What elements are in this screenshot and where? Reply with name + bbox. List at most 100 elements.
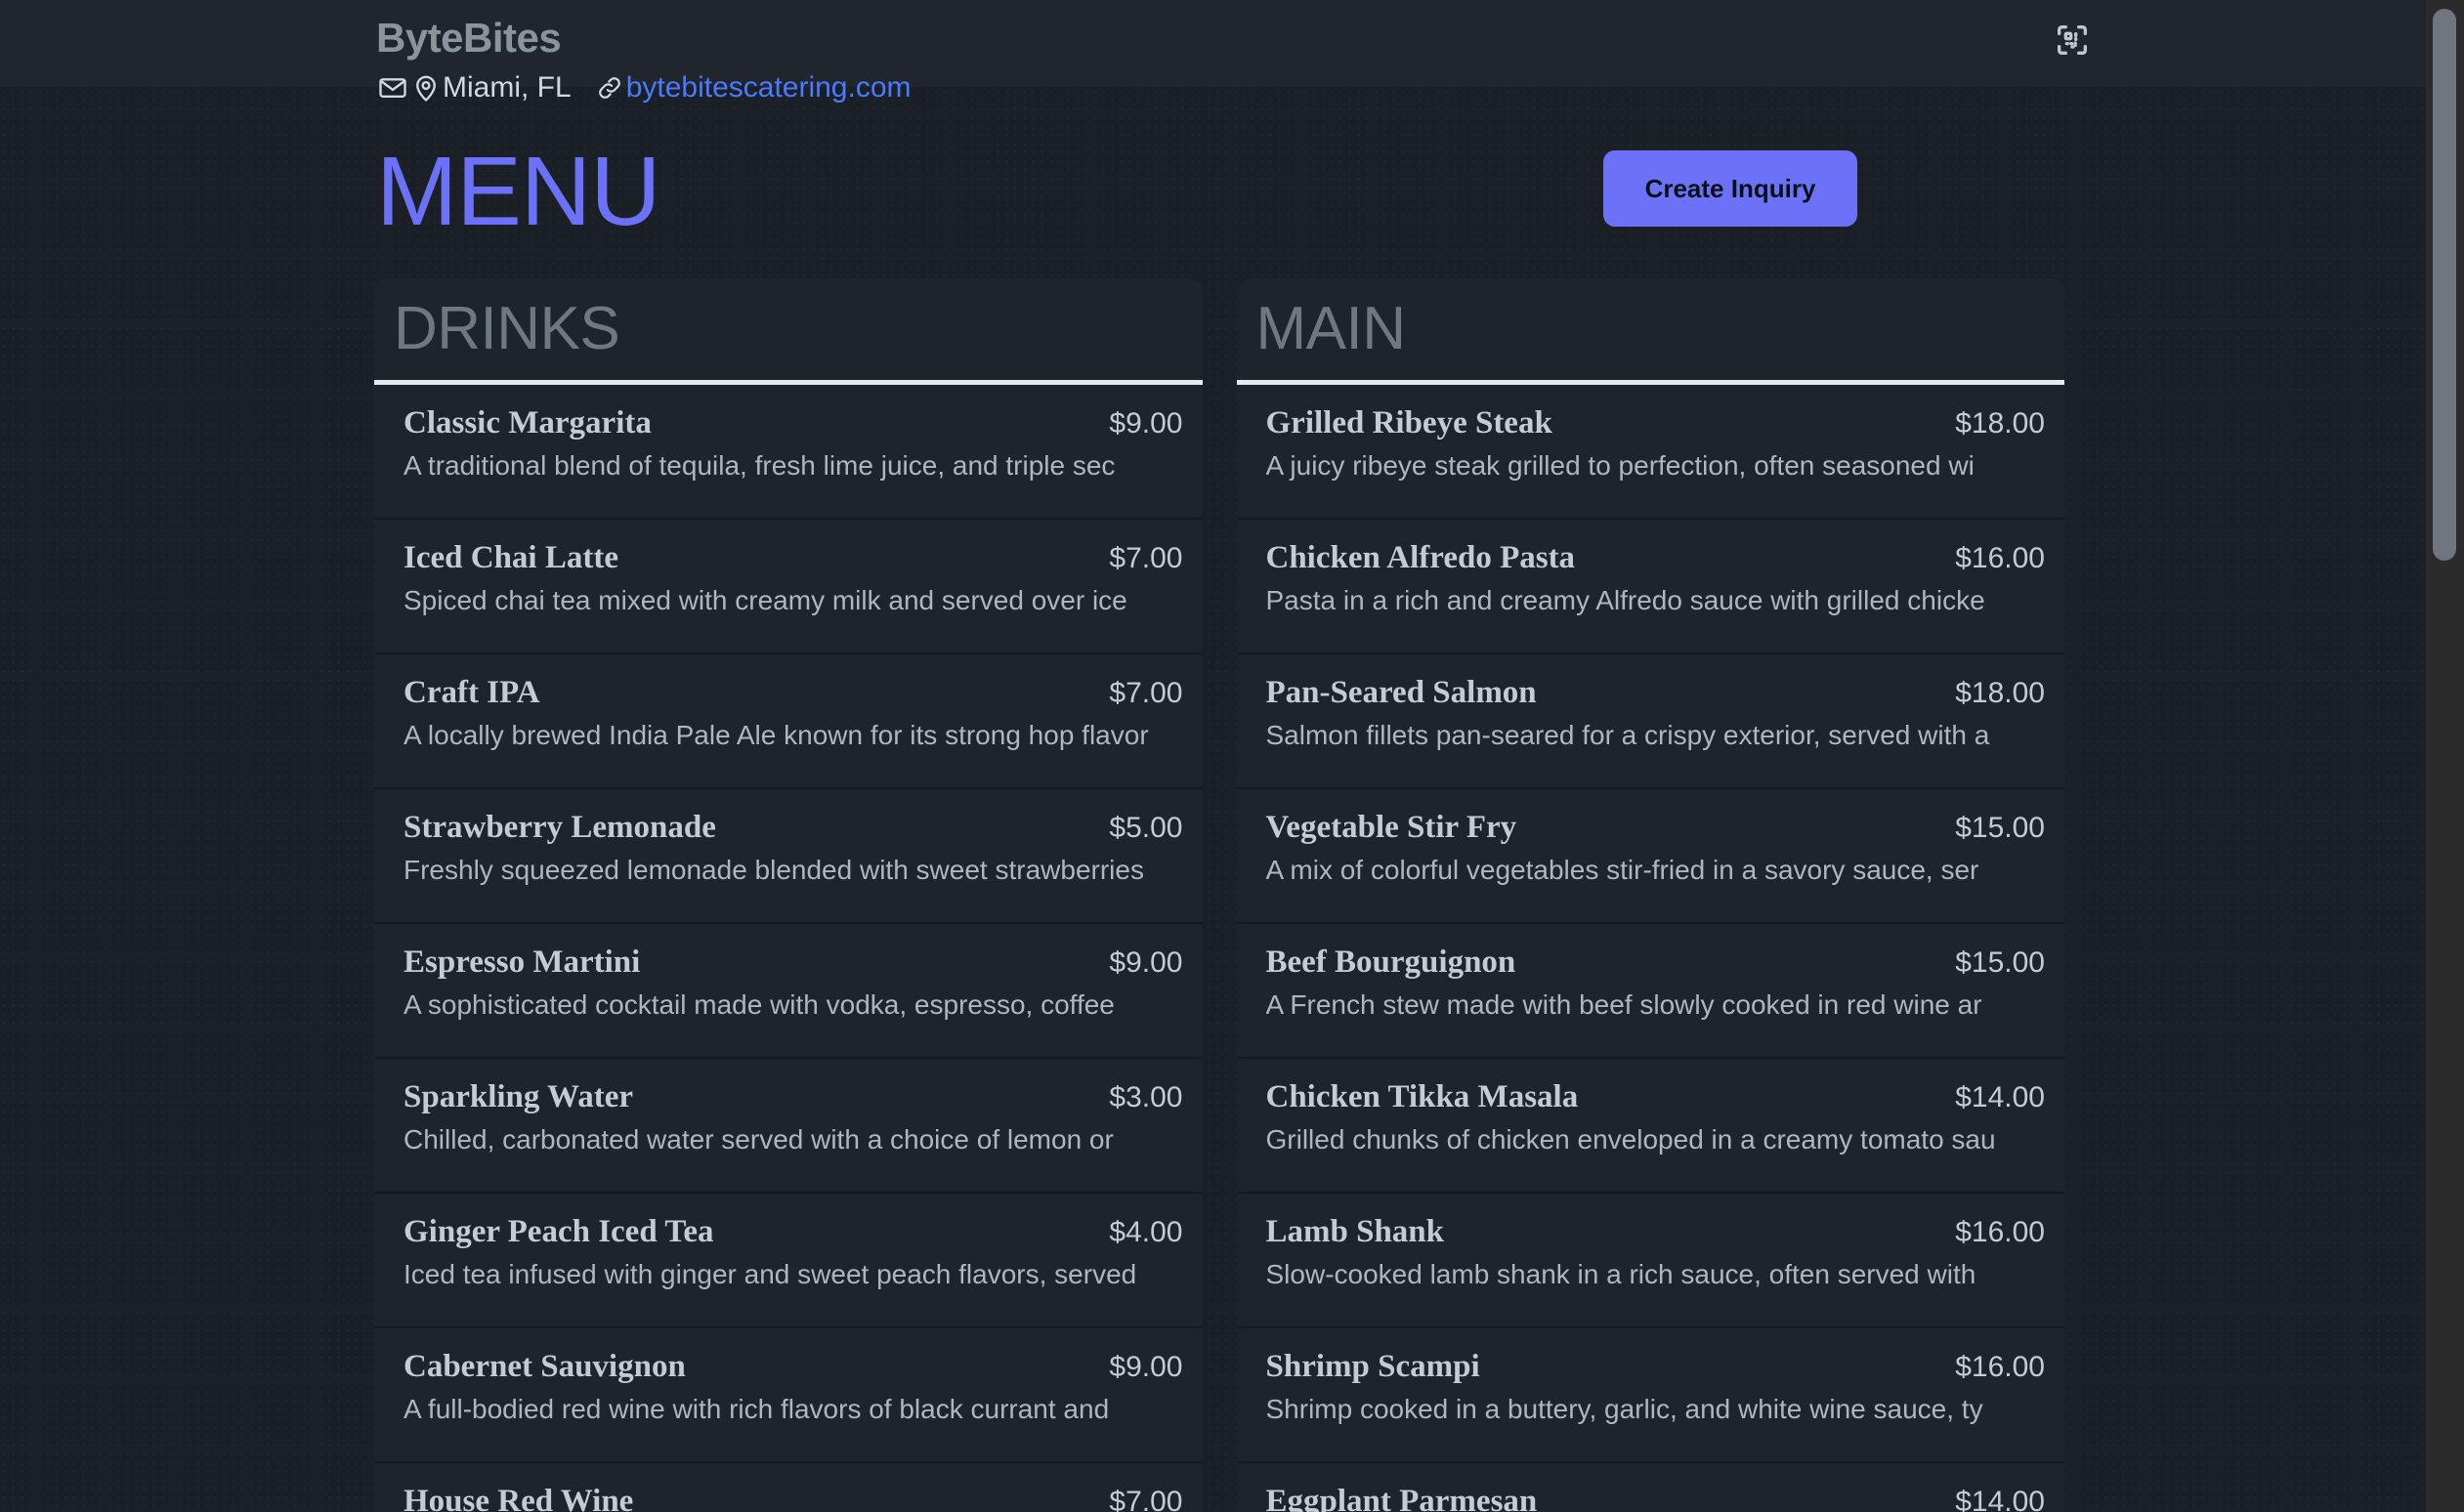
category-header: DRINKS <box>374 278 1203 380</box>
menu-item-header: Shrimp Scampi $16.00 <box>1266 1347 2046 1387</box>
menu-item[interactable]: Iced Chai Latte $7.00 Spiced chai tea mixe… <box>374 520 1203 654</box>
menu-item-name: Craft IPA <box>404 675 540 710</box>
menu-item[interactable]: House Red Wine $7.00 <box>374 1463 1203 1512</box>
menu-item-name: Iced Chai Latte <box>404 540 618 575</box>
menu-item-header: Pan-Seared Salmon $18.00 <box>1266 673 2046 713</box>
brand-block: ByteBites Miami, FL bytebitescatering.co… <box>376 14 1842 105</box>
menu-item-description: Chilled, carbonated water served with a … <box>404 1124 1114 1155</box>
menu-item-list: Grilled Ribeye Steak $18.00 A juicy ribeye… <box>1236 385 2065 1512</box>
menu-item[interactable]: Lamb Shank $16.00 Slow-cooked lamb shank i… <box>1236 1194 2064 1328</box>
menu-item-price: $9.00 <box>1109 946 1183 979</box>
menu-item-name: Vegetable Stir Fry <box>1265 810 1517 845</box>
menu-item-description: Salmon fillets pan-seared for a crispy e… <box>1265 720 1990 751</box>
page-title: MENU <box>376 137 660 246</box>
menu-item[interactable]: Vegetable Stir Fry $15.00 A mix of colorfu… <box>1236 789 2064 924</box>
menu-item[interactable]: Cabernet Sauvignon $9.00 A full-bodied red… <box>374 1328 1203 1463</box>
menu-item-price: $16.00 <box>1955 1351 2045 1383</box>
menu-item-description: A full-bodied red wine with rich flavors… <box>404 1394 1110 1425</box>
menu-item[interactable]: Pan-Seared Salmon $18.00 Salmon fillets pa… <box>1236 654 2064 789</box>
menu-item-price: $14.00 <box>1955 1081 2045 1113</box>
menu-item-header: Sparkling Water $3.00 <box>404 1077 1183 1117</box>
menu-item[interactable]: Chicken Tikka Masala $14.00 Grilled chunks… <box>1236 1059 2064 1194</box>
page-scrollbar-track[interactable] <box>2426 0 2464 1512</box>
menu-item-header: Ginger Peach Iced Tea $4.00 <box>404 1212 1183 1252</box>
menu-item-description: Pasta in a rich and creamy Alfredo sauce… <box>1265 585 1985 616</box>
menu-item-header: Grilled Ribeye Steak $18.00 <box>1266 403 2046 443</box>
menu-item-header: Beef Bourguignon $15.00 <box>1266 943 2046 983</box>
menu-item-header: Lamb Shank $16.00 <box>1266 1212 2046 1252</box>
menu-item-price: $4.00 <box>1109 1216 1183 1248</box>
page-scrollbar-thumb[interactable] <box>2433 9 2456 561</box>
menu-item-name: Strawberry Lemonade <box>404 810 716 845</box>
page-content: ByteBites Miami, FL bytebitescatering.co… <box>0 0 2426 1512</box>
brand-location: Miami, FL <box>443 70 572 104</box>
menu-item-price: $18.00 <box>1955 407 2045 440</box>
menu-item-description: Slow-cooked lamb shank in a rich sauce, … <box>1265 1259 1976 1290</box>
menu-item[interactable]: Grilled Ribeye Steak $18.00 A juicy ribeye… <box>1236 385 2064 520</box>
menu-item[interactable]: Craft IPA $7.00 A locally brewed India Pal… <box>374 654 1203 789</box>
menu-item-header: Vegetable Stir Fry $15.00 <box>1266 808 2046 848</box>
menu-columns: DRINKS Classic Margarita $9.00 A traditiona… <box>374 278 2064 1512</box>
menu-item-description: A locally brewed India Pale Ale known fo… <box>404 720 1149 751</box>
menu-item-description: A juicy ribeye steak grilled to perfecti… <box>1265 450 1975 482</box>
create-inquiry-button[interactable]: Create Inquiry <box>1603 150 1857 227</box>
menu-item-description: A mix of colorful vegetables stir-fried … <box>1265 855 1979 886</box>
menu-item-description: Spiced chai tea mixed with creamy milk a… <box>404 585 1127 616</box>
menu-item[interactable]: Strawberry Lemonade $5.00 Freshly squeezed… <box>374 789 1203 924</box>
menu-item[interactable]: Espresso Martini $9.00 A sophisticated coc… <box>374 924 1203 1059</box>
brand-meta: Miami, FL bytebitescatering.com <box>376 71 1842 105</box>
menu-item-header: Chicken Alfredo Pasta $16.00 <box>1266 538 2046 578</box>
menu-item-price: $18.00 <box>1955 677 2045 709</box>
menu-item-price: $16.00 <box>1955 542 2045 574</box>
menu-item-header: Strawberry Lemonade $5.00 <box>404 808 1183 848</box>
category-title: DRINKS <box>394 295 620 362</box>
menu-item-description: A French stew made with beef slowly cook… <box>1265 989 1982 1021</box>
menu-item-name: House Red Wine <box>404 1484 634 1512</box>
menu-item[interactable]: Sparkling Water $3.00 Chilled, carbonated … <box>374 1059 1203 1194</box>
menu-item-name: Ginger Peach Iced Tea <box>404 1214 714 1249</box>
category-title: MAIN <box>1255 295 1407 362</box>
menu-item-price: $3.00 <box>1109 1081 1183 1113</box>
menu-item-header: Iced Chai Latte $7.00 <box>404 538 1183 578</box>
menu-item[interactable]: Chicken Alfredo Pasta $16.00 Pasta in a ri… <box>1236 520 2064 654</box>
menu-item-name: Chicken Tikka Masala <box>1265 1079 1579 1114</box>
menu-item-name: Classic Margarita <box>404 405 652 441</box>
category-column: DRINKS Classic Margarita $9.00 A traditiona… <box>374 278 1203 1512</box>
menu-item-price: $7.00 <box>1109 542 1183 574</box>
menu-item-price: $9.00 <box>1109 1351 1183 1383</box>
menu-item-name: Shrimp Scampi <box>1265 1349 1480 1384</box>
menu-item-description: A traditional blend of tequila, fresh li… <box>404 450 1116 482</box>
map-pin-icon <box>409 71 443 105</box>
menu-item[interactable]: Eggplant Parmesan $14.00 <box>1237 1463 2065 1512</box>
envelope-icon[interactable] <box>376 71 409 105</box>
menu-item-header: Classic Margarita $9.00 <box>404 403 1183 443</box>
menu-item-header: Espresso Martini $9.00 <box>404 943 1183 983</box>
link-icon <box>593 71 626 105</box>
qr-scan-icon[interactable] <box>2049 17 2096 63</box>
menu-item-name: Sparkling Water <box>404 1079 634 1114</box>
menu-item-name: Eggplant Parmesan <box>1265 1484 1538 1512</box>
menu-item[interactable]: Shrimp Scampi $16.00 Shrimp cooked in a bu… <box>1236 1328 2064 1463</box>
menu-item-price: $7.00 <box>1109 677 1183 709</box>
menu-item-description: Freshly squeezed lemonade blended with s… <box>404 855 1144 886</box>
menu-item-name: Cabernet Sauvignon <box>404 1349 686 1384</box>
menu-item[interactable]: Ginger Peach Iced Tea $4.00 Iced tea infus… <box>374 1194 1203 1328</box>
brand-name: ByteBites <box>376 15 562 61</box>
category-column: MAIN Grilled Ribeye Steak $18.00 A juicy ri… <box>1236 278 2065 1512</box>
menu-item-list: Classic Margarita $9.00 A traditional blen… <box>374 385 1203 1512</box>
menu-item-header: Craft IPA $7.00 <box>404 673 1183 713</box>
menu-item-name: Chicken Alfredo Pasta <box>1265 540 1576 575</box>
menu-item-price: $7.00 <box>1109 1486 1183 1512</box>
menu-item-price: $16.00 <box>1955 1216 2045 1248</box>
menu-item-description: A sophisticated cocktail made with vodka… <box>404 989 1115 1021</box>
menu-item-price: $15.00 <box>1955 946 2045 979</box>
menu-item-header: House Red Wine $7.00 <box>404 1482 1183 1512</box>
menu-item[interactable]: Beef Bourguignon $15.00 A French stew made… <box>1236 924 2064 1059</box>
menu-item[interactable]: Classic Margarita $9.00 A traditional blen… <box>374 385 1203 520</box>
menu-item-description: Grilled chunks of chicken enveloped in a… <box>1265 1124 1996 1155</box>
menu-item-name: Lamb Shank <box>1265 1214 1445 1249</box>
menu-item-description: Iced tea infused with ginger and sweet p… <box>404 1259 1137 1290</box>
brand-website-link[interactable]: bytebitescatering.com <box>626 72 912 103</box>
title-row: MENU Create Inquiry <box>376 137 2063 259</box>
menu-item-header: Eggplant Parmesan $14.00 <box>1266 1482 2046 1512</box>
